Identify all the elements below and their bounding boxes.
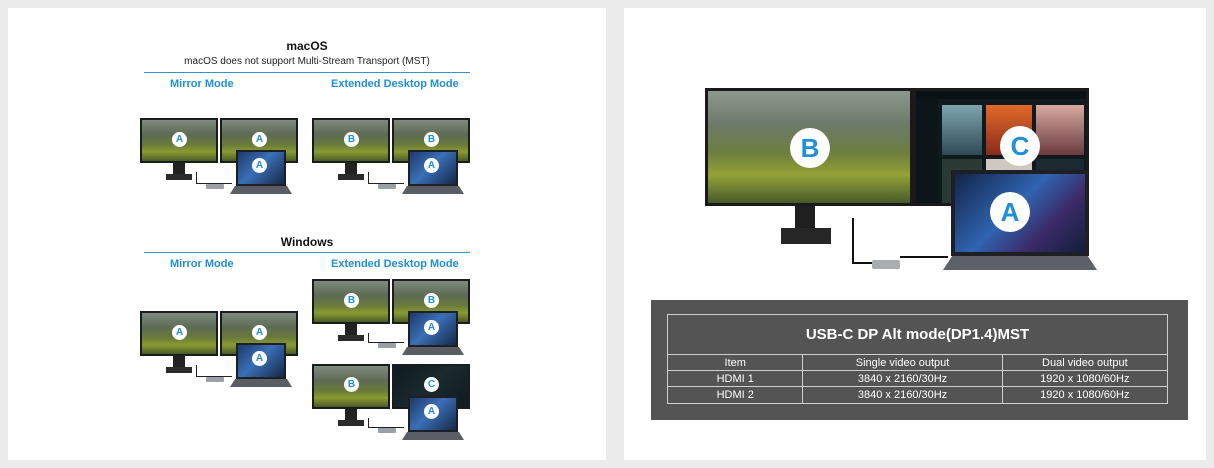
column-header: Item [668,355,804,370]
badge-b: B [424,293,439,308]
spec-table-title: USB-C DP Alt mode(DP1.4)MST [668,315,1167,355]
table-cell: 1920 x 1080/60Hz [1040,373,1130,385]
usb-c-adapter [378,428,396,433]
macos-subtitle: macOS does not support Multi-Stream Tran… [184,56,430,67]
table-cell: 3840 x 2160/30Hz [803,387,1003,403]
mst-product-panel: B C A USB-C DP Alt mode(DP1.4)MST Item S… [624,8,1206,460]
cable [852,218,874,264]
table-header-row: Item Single video output Dual video outp… [668,355,1167,371]
usb-c-adapter [206,184,224,189]
spec-table-box: USB-C DP Alt mode(DP1.4)MST Item Single … [651,300,1188,420]
os-compatibility-panel: macOS macOS does not support Multi-Strea… [8,8,606,460]
monitor [312,118,390,180]
macos-extended-label: Extended Desktop Mode [331,78,459,90]
usb-c-adapter [206,377,224,382]
cable [900,256,948,264]
monitor [312,279,390,341]
badge-a: A [252,351,267,366]
usb-c-adapter [378,184,396,189]
badge-a: A [172,132,187,147]
cable [368,333,404,343]
column-header: Single video output [803,355,1003,370]
macos-divider [144,72,470,73]
badge-a: A [424,320,439,335]
laptop [402,311,464,361]
monitor-stand [795,206,815,230]
monitor-base [781,228,831,244]
badge-b: B [790,128,830,168]
cable [368,418,404,428]
macos-title: macOS [286,39,328,53]
monitor [140,118,218,180]
monitor [312,364,390,426]
badge-a: A [252,158,267,173]
table-row: HDMI 1 3840 x 2160/30Hz 1920 x 1080/60Hz [668,371,1167,387]
cable [196,172,232,184]
badge-a: A [990,192,1030,232]
usb-c-adapter [378,343,396,348]
spec-table: USB-C DP Alt mode(DP1.4)MST Item Single … [667,314,1168,404]
macos-mirror-label: Mirror Mode [170,78,234,90]
monitor [140,311,218,373]
badge-b: B [344,377,359,392]
windows-title: Windows [280,235,334,249]
windows-extended-label: Extended Desktop Mode [331,258,459,270]
badge-a: A [424,404,439,419]
badge-b: B [344,132,359,147]
badge-b: B [424,132,439,147]
table-cell: HDMI 1 [668,371,804,386]
column-header: Dual video output [1042,357,1128,369]
cable [196,365,232,377]
usb-c-adapter [872,260,900,269]
table-cell: 1920 x 1080/60Hz [1040,389,1130,401]
badge-c: C [1000,126,1040,166]
badge-a: A [252,325,267,340]
windows-mirror-label: Mirror Mode [170,258,234,270]
badge-a: A [172,325,187,340]
cable [368,172,404,184]
windows-divider [144,252,470,253]
badge-a: A [252,132,267,147]
table-row: HDMI 2 3840 x 2160/30Hz 1920 x 1080/60Hz [668,387,1167,403]
badge-b: B [344,293,359,308]
table-cell: 3840 x 2160/30Hz [803,371,1003,386]
badge-a: A [424,158,439,173]
table-cell: HDMI 2 [668,387,804,403]
badge-c: C [424,377,439,392]
